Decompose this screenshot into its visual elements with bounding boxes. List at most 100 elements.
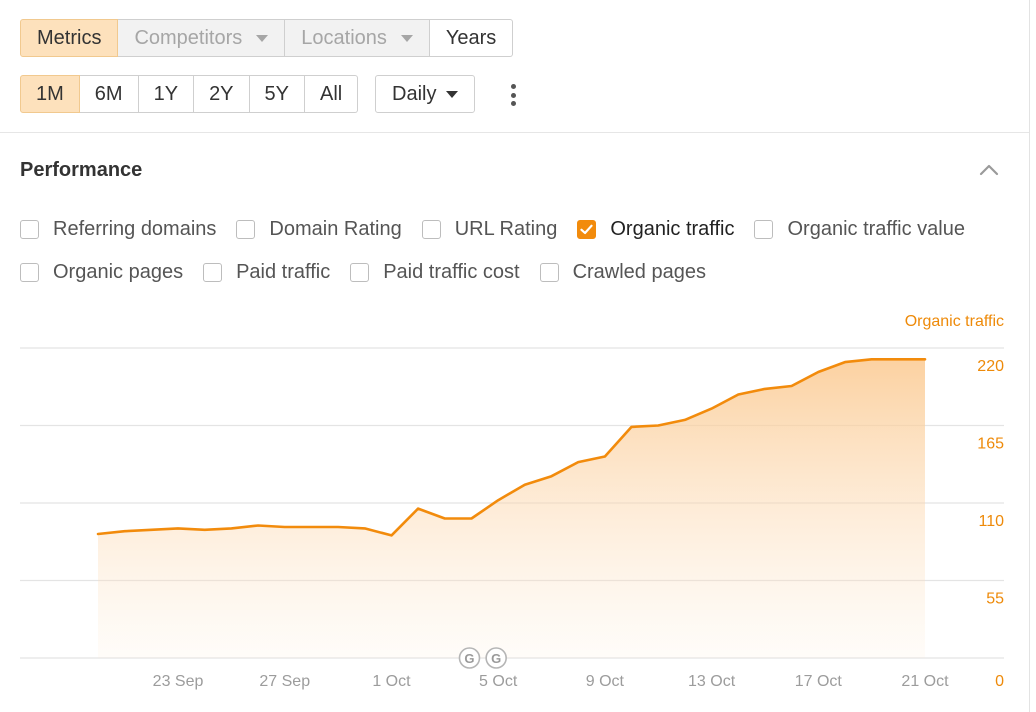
series-label: Organic traffic xyxy=(904,313,1004,330)
checkbox-checked[interactable] xyxy=(577,220,597,239)
checkbox[interactable] xyxy=(20,263,39,282)
tab-label: Locations xyxy=(301,26,387,49)
y-tick-label: 110 xyxy=(978,513,1004,530)
x-tick-label: 21 Oct xyxy=(901,673,949,690)
range-1m-button[interactable]: 1M xyxy=(20,75,80,113)
tab-competitors[interactable]: Competitors xyxy=(118,19,286,57)
tab-label: Metrics xyxy=(37,26,102,49)
metric-paid-traffic[interactable]: Paid traffic xyxy=(203,261,330,284)
granularity-label: Daily xyxy=(392,82,437,105)
metric-label: Domain Rating xyxy=(269,218,402,240)
data-point[interactable] xyxy=(469,517,473,521)
data-point[interactable] xyxy=(896,357,900,361)
range-label: 1M xyxy=(36,82,64,105)
metric-label: Crawled pages xyxy=(572,261,706,283)
metric-label: Paid traffic xyxy=(236,261,331,283)
data-point[interactable] xyxy=(603,455,607,459)
x-tick-label: 1 Oct xyxy=(372,673,411,690)
x-tick-label: 17 Oct xyxy=(795,673,843,690)
checkbox[interactable] xyxy=(754,220,774,239)
more-options-icon[interactable] xyxy=(506,82,520,108)
range-label: 1Y xyxy=(153,82,179,105)
data-point[interactable] xyxy=(523,483,527,487)
data-point[interactable] xyxy=(630,425,634,429)
range-5y-button[interactable]: 5Y xyxy=(249,75,305,113)
data-point[interactable] xyxy=(149,528,153,532)
tab-metrics[interactable]: Metrics xyxy=(20,19,119,57)
x-tick-label: 9 Oct xyxy=(586,673,625,690)
metric-label: Referring domains xyxy=(53,218,217,240)
data-point[interactable] xyxy=(176,526,180,530)
tab-years[interactable]: Years xyxy=(429,19,514,57)
data-point[interactable] xyxy=(389,533,393,537)
checkbox[interactable] xyxy=(236,220,256,239)
tab-label: Competitors xyxy=(134,26,243,49)
data-point[interactable] xyxy=(123,529,127,533)
metric-toggles-row-1: Referring domains Domain Rating URL Rati… xyxy=(20,218,985,241)
range-2y-button[interactable]: 2Y xyxy=(194,75,250,113)
x-tick-label: 5 Oct xyxy=(479,673,518,690)
data-point[interactable] xyxy=(283,525,287,529)
metric-referring-domains[interactable]: Referring domains xyxy=(20,218,216,241)
data-point[interactable] xyxy=(229,526,233,530)
metric-label: Organic traffic value xyxy=(787,218,965,240)
data-point[interactable] xyxy=(816,370,820,374)
data-point[interactable] xyxy=(923,357,927,361)
checkbox[interactable] xyxy=(421,220,441,239)
chevron-down-icon xyxy=(400,34,413,42)
data-point[interactable] xyxy=(496,498,500,502)
metric-organic-traffic-value[interactable]: Organic traffic value xyxy=(754,218,965,241)
checkbox[interactable] xyxy=(203,263,223,282)
range-label: 6M xyxy=(94,82,123,105)
data-point[interactable] xyxy=(790,384,794,388)
metric-organic-pages[interactable]: Organic pages xyxy=(20,261,183,284)
granularity-dropdown[interactable]: Daily xyxy=(375,75,476,113)
checkbox[interactable] xyxy=(350,263,370,282)
chevron-up-icon[interactable] xyxy=(979,161,999,177)
data-point[interactable] xyxy=(416,507,420,511)
data-point[interactable] xyxy=(870,357,874,361)
data-point[interactable] xyxy=(736,393,740,397)
metric-organic-traffic[interactable]: Organic traffic xyxy=(577,218,734,241)
annotation-label: G xyxy=(464,651,474,666)
data-point[interactable] xyxy=(336,525,340,529)
chevron-down-icon xyxy=(256,34,269,42)
tab-locations[interactable]: Locations xyxy=(285,19,430,57)
date-range-selector: 1M 6M 1Y 2Y 5Y All xyxy=(20,75,359,113)
range-1y-button[interactable]: 1Y xyxy=(138,75,195,113)
data-point[interactable] xyxy=(256,524,260,528)
metric-label: Organic pages xyxy=(53,261,184,283)
divider xyxy=(0,132,1029,133)
data-point[interactable] xyxy=(843,360,847,364)
checkbox[interactable] xyxy=(20,220,39,239)
panel-border xyxy=(1029,0,1030,712)
data-point[interactable] xyxy=(656,424,660,428)
data-point[interactable] xyxy=(710,407,714,411)
data-point[interactable] xyxy=(443,517,447,521)
organic-traffic-chart: G G 0 55 110 165 220 23 Sep 27 Sep 1 Oct 5 Oct 9 O… xyxy=(20,347,1004,690)
data-point[interactable] xyxy=(683,418,687,422)
data-point[interactable] xyxy=(96,532,100,536)
data-point[interactable] xyxy=(550,474,554,478)
checkbox[interactable] xyxy=(539,263,559,282)
range-label: 2Y xyxy=(209,82,234,105)
x-tick-label: 27 Sep xyxy=(259,673,310,690)
metric-domain-rating[interactable]: Domain Rating xyxy=(236,218,402,241)
metric-crawled-pages[interactable]: Crawled pages xyxy=(539,261,706,284)
annotation-label: G xyxy=(491,651,501,666)
data-point[interactable] xyxy=(576,460,580,464)
data-point[interactable] xyxy=(363,526,367,530)
y-tick-label: 220 xyxy=(977,358,1004,375)
range-6m-button[interactable]: 6M xyxy=(79,75,139,113)
metric-paid-traffic-cost[interactable]: Paid traffic cost xyxy=(350,261,520,284)
series-area xyxy=(98,359,925,658)
data-point[interactable] xyxy=(309,525,313,529)
y-tick-label: 165 xyxy=(977,436,1004,453)
caret-down-icon xyxy=(446,90,459,98)
range-all-button[interactable]: All xyxy=(305,75,359,113)
metric-url-rating[interactable]: URL Rating xyxy=(421,218,557,241)
y-tick-label: 0 xyxy=(995,673,1004,690)
panel-title: Performance xyxy=(20,159,143,181)
data-point[interactable] xyxy=(203,528,207,532)
data-point[interactable] xyxy=(763,387,767,391)
